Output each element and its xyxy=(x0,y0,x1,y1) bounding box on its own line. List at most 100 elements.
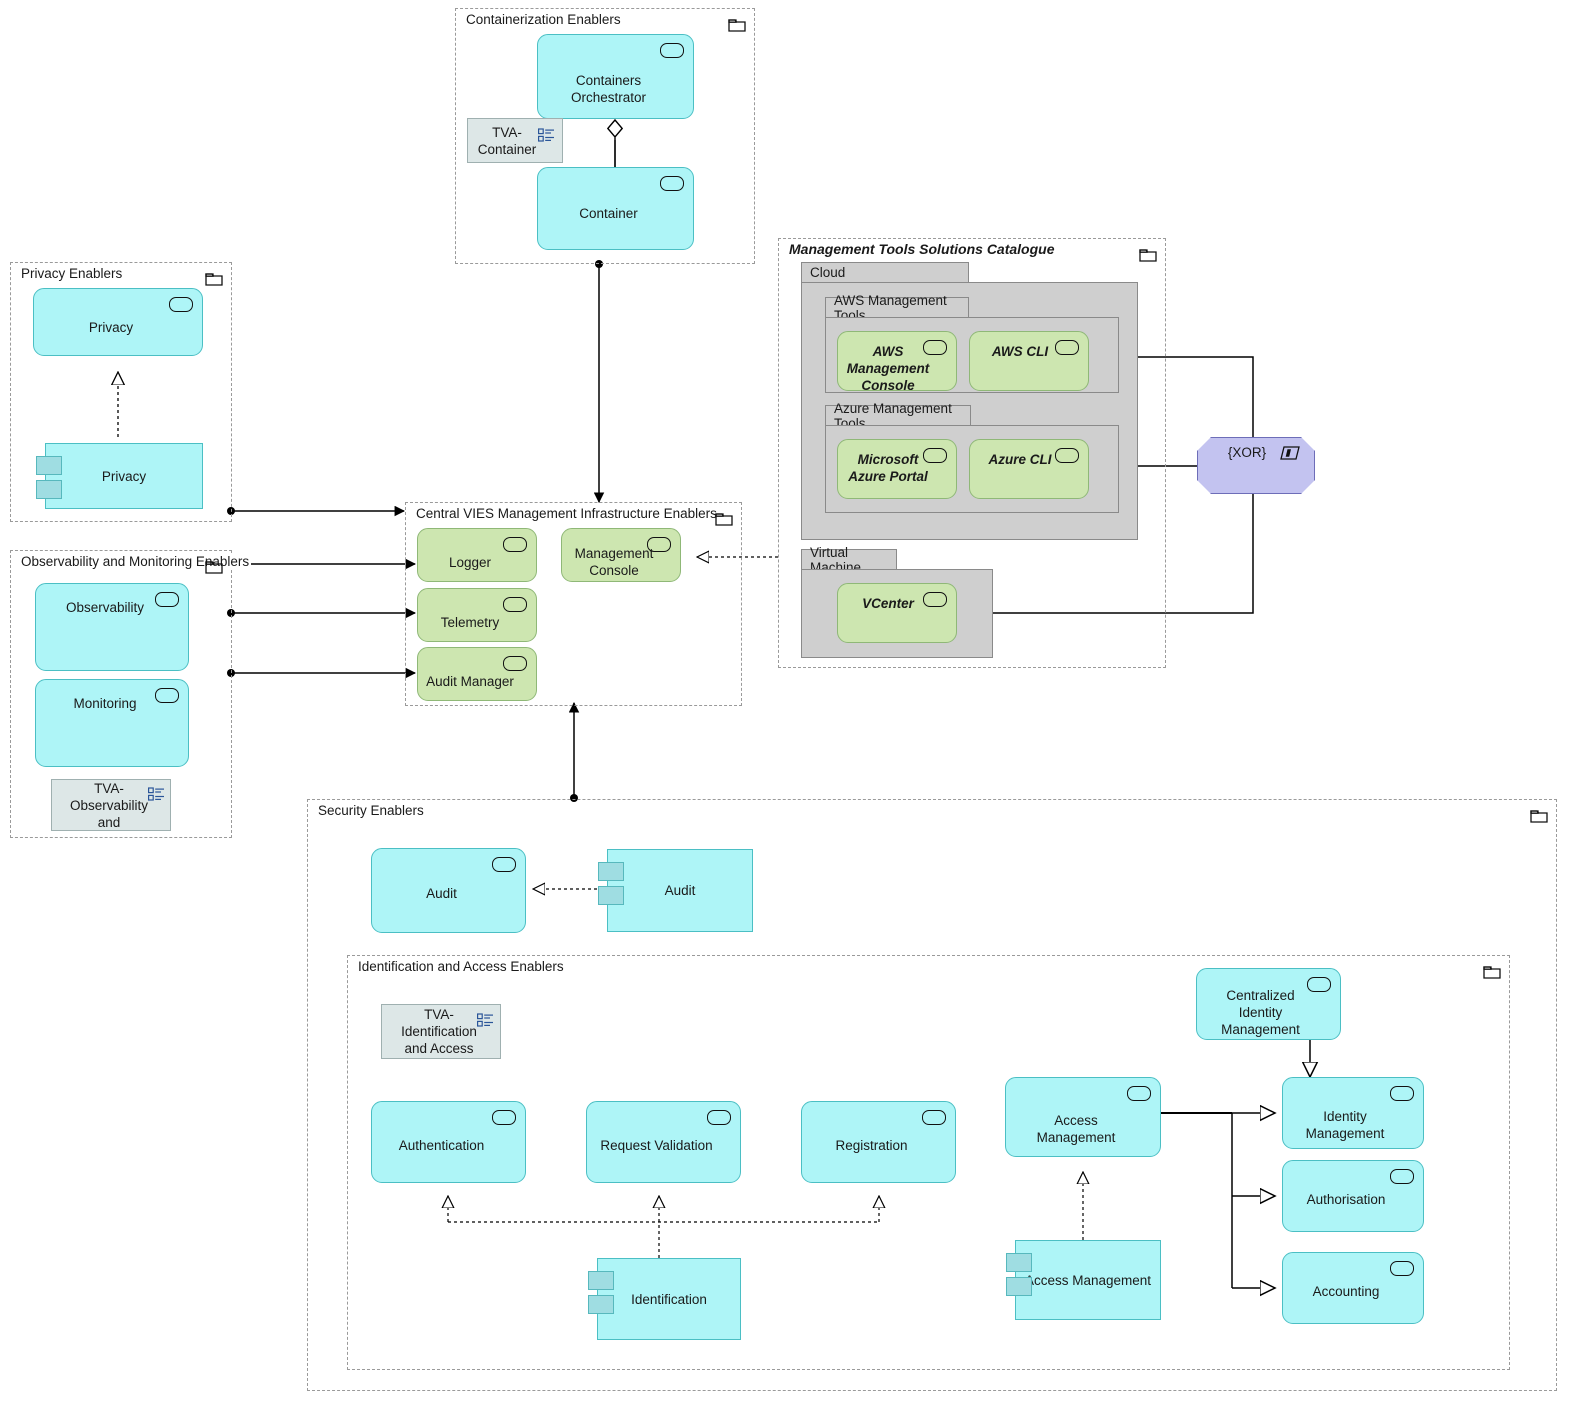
node-label: TVA- Container xyxy=(477,124,537,157)
service-badge-icon xyxy=(155,592,179,607)
node-label: Telemetry xyxy=(440,615,500,630)
component-tab-icon xyxy=(598,862,624,881)
service-badge-icon xyxy=(1307,977,1331,992)
node-identity-management[interactable]: Identity Management xyxy=(1282,1077,1424,1149)
node-label: VCenter xyxy=(862,596,914,611)
node-label: Observability xyxy=(65,600,145,615)
service-badge-icon xyxy=(503,537,527,552)
node-identification-component[interactable]: Identification xyxy=(588,1258,741,1340)
component-tab-icon xyxy=(1006,1277,1032,1296)
node-label: Access Management xyxy=(1036,1113,1116,1145)
group-title: Cloud xyxy=(810,265,846,280)
folder-icon xyxy=(728,19,746,32)
node-request-validation[interactable]: Request Validation xyxy=(586,1101,741,1183)
package-title: Containerization Enablers xyxy=(465,12,623,27)
node-aws-management-console[interactable]: AWS Management Console xyxy=(837,331,957,393)
node-label: Azure CLI xyxy=(988,452,1052,467)
node-logger[interactable]: Logger xyxy=(417,528,537,582)
node-label: Management Console xyxy=(574,546,654,578)
tva-list-icon xyxy=(148,787,164,801)
node-label: Centralized Identity Management xyxy=(1221,988,1300,1037)
diagram-canvas: Containerization Enablers Containers Orc… xyxy=(0,0,1569,1401)
node-audit-service[interactable]: Audit xyxy=(371,848,526,933)
node-label: Privacy xyxy=(88,320,134,335)
node-access-management-component[interactable]: Access Management xyxy=(1006,1240,1161,1320)
component-tab-icon xyxy=(36,456,62,475)
node-management-console[interactable]: Management Console xyxy=(561,528,681,582)
node-container[interactable]: Container xyxy=(537,167,694,250)
folder-icon xyxy=(205,561,223,574)
node-microsoft-azure-portal[interactable]: Microsoft Azure Portal xyxy=(837,439,957,499)
node-containers-orchestrator[interactable]: Containers Orchestrator xyxy=(537,34,694,119)
group-aws-tools-tab: AWS Management Tools xyxy=(825,293,969,323)
node-tva-observability[interactable]: TVA- Observability and xyxy=(51,779,171,831)
service-badge-icon xyxy=(660,43,684,58)
component-tab-icon xyxy=(36,480,62,499)
node-label: Authentication xyxy=(398,1138,485,1153)
folder-icon xyxy=(715,513,733,526)
node-privacy-component[interactable]: Privacy xyxy=(36,443,203,509)
node-authorisation[interactable]: Authorisation xyxy=(1282,1160,1424,1232)
service-badge-icon xyxy=(1055,340,1079,355)
service-badge-icon xyxy=(503,597,527,612)
service-badge-icon xyxy=(1390,1261,1414,1276)
service-badge-icon xyxy=(155,688,179,703)
node-label: Audit xyxy=(664,883,696,898)
node-observability[interactable]: Observability xyxy=(35,583,189,671)
package-title: Central VIES Management Infrastructure E… xyxy=(415,506,719,521)
service-badge-icon xyxy=(923,448,947,463)
node-label: Identification xyxy=(631,1291,707,1307)
component-tab-icon xyxy=(588,1295,614,1314)
node-xor-junction[interactable]: {XOR} xyxy=(1197,437,1315,494)
node-label: Access Management xyxy=(1024,1272,1152,1288)
node-tva-container[interactable]: TVA- Container xyxy=(467,118,563,163)
node-tva-identification[interactable]: TVA- Identification and Access xyxy=(381,1004,501,1059)
node-label: Microsoft Azure Portal xyxy=(848,452,928,484)
node-label: TVA- Observability and xyxy=(69,780,149,830)
node-centralized-identity-management[interactable]: Centralized Identity Management xyxy=(1196,968,1341,1040)
node-label: Privacy xyxy=(101,468,147,484)
service-badge-icon xyxy=(1390,1169,1414,1184)
service-badge-icon xyxy=(922,1110,946,1125)
group-cloud-tab: Cloud xyxy=(801,262,969,282)
node-label: Identity Management xyxy=(1305,1109,1385,1141)
folder-icon xyxy=(1530,810,1548,823)
node-telemetry[interactable]: Telemetry xyxy=(417,588,537,642)
group-virtual-machine-tab: Virtual Machine xyxy=(801,545,897,575)
node-access-management-service[interactable]: Access Management xyxy=(1005,1077,1161,1157)
service-badge-icon xyxy=(1055,448,1079,463)
package-title: Security Enablers xyxy=(317,803,426,818)
node-label: {XOR} xyxy=(1227,445,1267,460)
service-badge-icon xyxy=(923,340,947,355)
node-registration[interactable]: Registration xyxy=(801,1101,956,1183)
service-badge-icon xyxy=(923,592,947,607)
node-privacy-service[interactable]: Privacy xyxy=(33,288,203,356)
node-label: Container xyxy=(579,206,638,221)
folder-icon xyxy=(1483,966,1501,979)
node-audit-component[interactable]: Audit xyxy=(598,849,753,932)
node-azure-cli[interactable]: Azure CLI xyxy=(969,439,1089,499)
node-audit-manager[interactable]: Audit Manager xyxy=(417,647,537,701)
tva-list-icon xyxy=(477,1013,493,1027)
component-tab-icon xyxy=(588,1271,614,1290)
service-badge-icon xyxy=(707,1110,731,1125)
node-accounting[interactable]: Accounting xyxy=(1282,1252,1424,1324)
node-authentication[interactable]: Authentication xyxy=(371,1101,526,1183)
node-label: Registration xyxy=(835,1138,908,1153)
node-label: Containers Orchestrator xyxy=(570,73,647,105)
node-aws-cli[interactable]: AWS CLI xyxy=(969,331,1089,391)
node-label: Request Validation xyxy=(600,1138,713,1153)
node-label: Audit Manager xyxy=(426,674,514,689)
node-label: Logger xyxy=(448,555,492,570)
package-title: Identification and Access Enablers xyxy=(357,959,566,974)
tva-list-icon xyxy=(538,128,554,142)
node-vcenter[interactable]: VCenter xyxy=(837,583,957,643)
service-badge-icon xyxy=(1127,1086,1151,1101)
package-title: Management Tools Solutions Catalogue xyxy=(788,241,1057,257)
node-monitoring[interactable]: Monitoring xyxy=(35,679,189,767)
node-label: Accounting xyxy=(1312,1284,1380,1299)
node-label: TVA- Identification and Access xyxy=(401,1007,477,1056)
node-label: Audit xyxy=(426,886,457,901)
node-label: Authorisation xyxy=(1306,1192,1386,1207)
junction-icon xyxy=(1280,446,1300,460)
